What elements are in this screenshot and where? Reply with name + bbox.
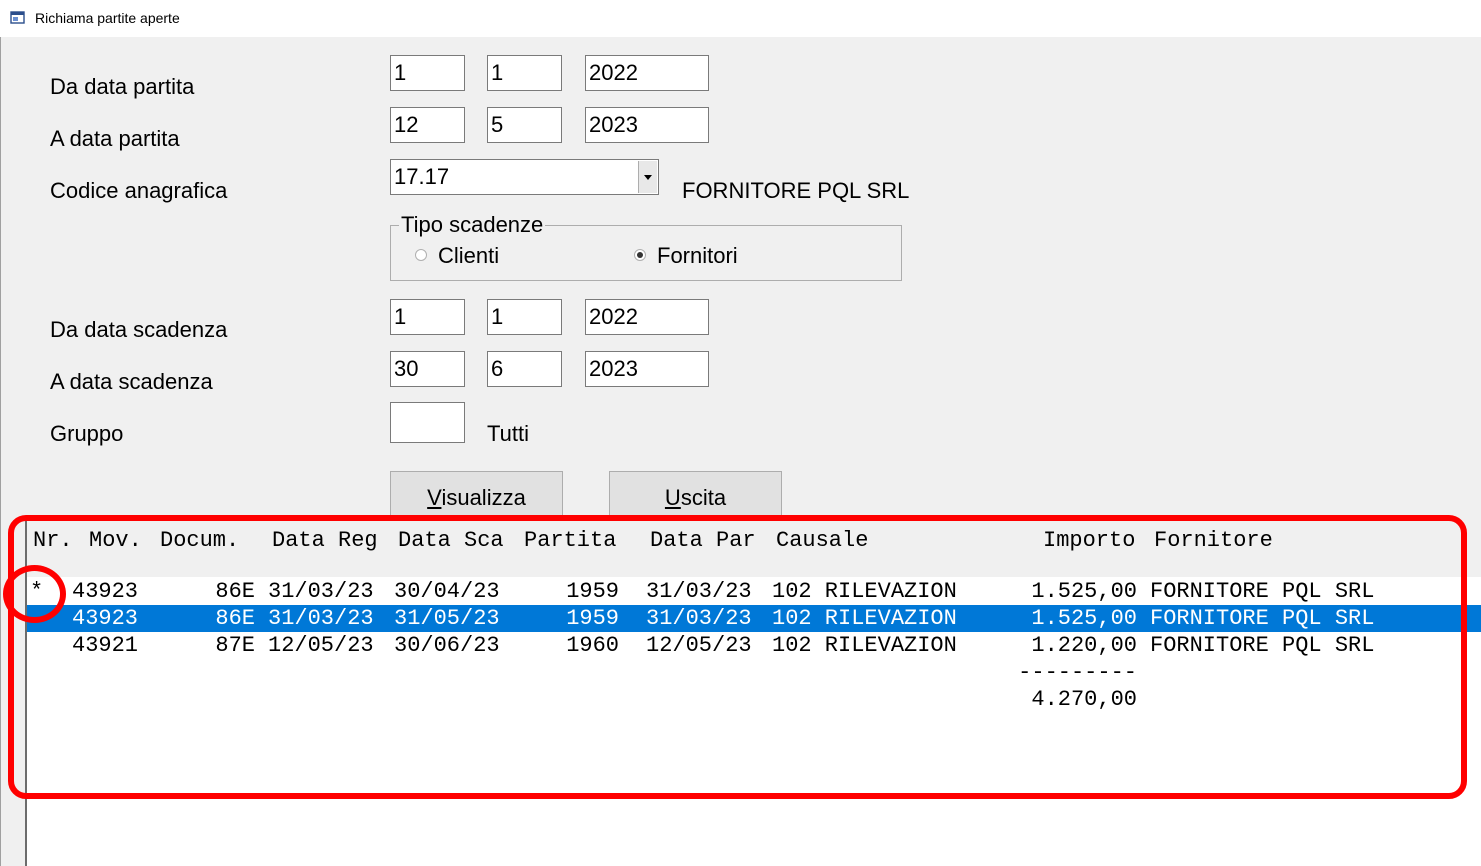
col-data-reg: Data Reg [272, 528, 378, 553]
cell-data-sca: 30/04/23 [394, 579, 500, 604]
cell-data-sca: 31/05/23 [394, 606, 500, 631]
label-a-data-scadenza: A data scadenza [50, 369, 213, 394]
radio-clienti[interactable] [415, 249, 427, 261]
cell-mov: 43923 [72, 606, 139, 631]
uscita-label: scita [680, 485, 727, 510]
uscita-button[interactable]: Uscita [609, 471, 782, 523]
total-separator: --------- [1018, 660, 1137, 685]
a-data-scadenza-month-input[interactable]: 6 [487, 351, 562, 387]
radio-fornitori[interactable] [634, 249, 646, 261]
tipo-scadenze-legend: Tipo scadenze [399, 212, 546, 238]
uscita-accel: U [664, 485, 681, 510]
col-data-par: Data Par [650, 528, 756, 553]
cell-mov: 43923 [72, 579, 139, 604]
cell-importo: 1.525,00 [1031, 579, 1137, 604]
radio-fornitori-label[interactable]: Fornitori [657, 243, 738, 269]
gruppo-description: Tutti [487, 421, 529, 446]
label-codice-anagrafica: Codice anagrafica [50, 178, 228, 203]
window-border [0, 37, 1, 866]
cell-data-reg: 31/03/23 [268, 606, 374, 631]
cell-importo: 1.220,00 [1031, 633, 1137, 658]
cell-docum: 86E [215, 579, 255, 604]
table-row[interactable]: 43921 87E 12/05/23 30/06/23 1960 12/05/2… [27, 632, 1481, 659]
visualizza-label: isualizza [441, 485, 526, 510]
total-row: 4.270,00 [27, 686, 1481, 713]
radio-clienti-label[interactable]: Clienti [438, 243, 499, 269]
cell-docum: 87E [215, 633, 255, 658]
col-fornitore: Fornitore [1154, 528, 1273, 553]
cell-partita: 1959 [566, 579, 619, 604]
label-da-data-scadenza: Da data scadenza [50, 317, 228, 342]
row-marker: * [30, 579, 44, 604]
cell-causale: 102 RILEVAZION [772, 633, 957, 658]
cell-importo: 1.525,00 [1031, 606, 1137, 631]
col-causale: Causale [776, 528, 869, 553]
table-row[interactable]: * 43923 86E 31/03/23 30/04/23 1959 31/03… [27, 578, 1481, 605]
cell-data-par: 31/03/23 [646, 579, 752, 604]
cell-data-reg: 31/03/23 [268, 579, 374, 604]
cell-data-sca: 30/06/23 [394, 633, 500, 658]
da-data-scadenza-year-input[interactable]: 2022 [585, 299, 709, 335]
table-row-selected[interactable]: 43923 86E 31/03/23 31/05/23 1959 31/03/2… [27, 605, 1481, 632]
cell-causale: 102 RILEVAZION [772, 606, 957, 631]
col-nr: Nr. [33, 528, 73, 553]
cell-data-reg: 12/05/23 [268, 633, 374, 658]
a-data-partita-year-input[interactable]: 2023 [585, 107, 709, 143]
col-docum: Docum. [160, 528, 240, 553]
visualizza-button[interactable]: Visualizza [390, 471, 563, 523]
cell-fornitore: FORNITORE PQL SRL [1150, 633, 1375, 658]
label-gruppo: Gruppo [50, 421, 124, 446]
cell-partita: 1960 [566, 633, 619, 658]
grid-body: * 43923 86E 31/03/23 30/04/23 1959 31/03… [27, 577, 1481, 866]
cell-fornitore: FORNITORE PQL SRL [1150, 579, 1375, 604]
chevron-down-icon[interactable] [638, 161, 657, 193]
grid-header: Nr. Mov. Docum. Data Reg Data Sca Partit… [27, 520, 1481, 578]
window-title: Richiama partite aperte [35, 10, 180, 26]
col-partita: Partita [524, 528, 617, 553]
da-data-partita-year-input[interactable]: 2022 [585, 55, 709, 91]
gruppo-input[interactable] [390, 402, 465, 443]
window-icon [10, 11, 25, 24]
cell-fornitore: FORNITORE PQL SRL [1150, 606, 1375, 631]
visualizza-accel: V [427, 485, 442, 510]
label-a-data-partita: A data partita [50, 126, 180, 151]
col-data-sca: Data Sca [398, 528, 504, 553]
a-data-partita-day-input[interactable]: 12 [390, 107, 465, 143]
codice-anagrafica-value: 17.17 [394, 164, 450, 189]
codice-anagrafica-combo[interactable]: 17.17 [390, 159, 659, 195]
a-data-scadenza-year-input[interactable]: 2023 [585, 351, 709, 387]
results-grid[interactable]: Nr. Mov. Docum. Data Reg Data Sca Partit… [25, 520, 1481, 866]
da-data-partita-month-input[interactable]: 1 [487, 55, 562, 91]
cell-data-par: 31/03/23 [646, 606, 752, 631]
title-bar: Richiama partite aperte [0, 0, 1481, 38]
codice-anagrafica-description: FORNITORE PQL SRL [682, 178, 910, 203]
col-mov: Mov. [89, 528, 142, 553]
da-data-scadenza-day-input[interactable]: 1 [390, 299, 465, 335]
total-separator-row: --------- [27, 659, 1481, 686]
da-data-scadenza-month-input[interactable]: 1 [487, 299, 562, 335]
cell-mov: 43921 [72, 633, 139, 658]
cell-causale: 102 RILEVAZION [772, 579, 957, 604]
a-data-scadenza-day-input[interactable]: 30 [390, 351, 465, 387]
cell-partita: 1959 [566, 606, 619, 631]
a-data-partita-month-input[interactable]: 5 [487, 107, 562, 143]
da-data-partita-day-input[interactable]: 1 [390, 55, 465, 91]
total-importo: 4.270,00 [1031, 687, 1137, 712]
label-da-data-partita: Da data partita [50, 74, 195, 99]
cell-docum: 86E [215, 606, 255, 631]
col-importo: Importo [1043, 528, 1136, 553]
cell-data-par: 12/05/23 [646, 633, 752, 658]
